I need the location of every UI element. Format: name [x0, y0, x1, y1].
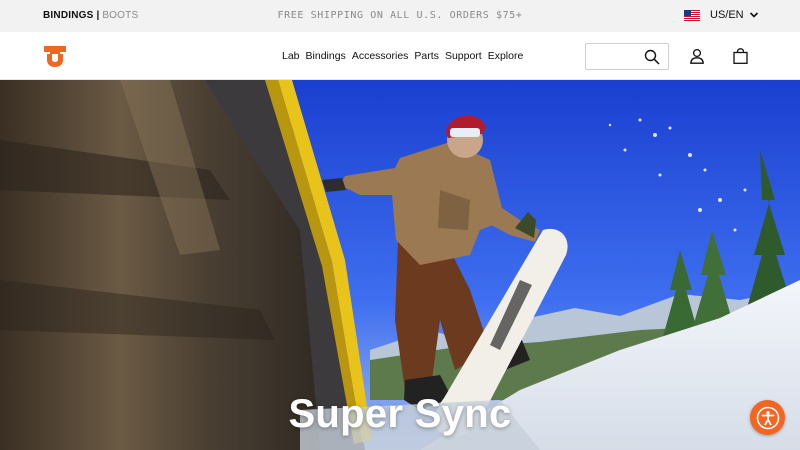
hero-title: Super Sync: [288, 392, 512, 436]
search-input[interactable]: [586, 44, 642, 69]
union-logo-icon[interactable]: [43, 44, 67, 68]
nav-accessories[interactable]: Accessories: [352, 50, 409, 62]
chevron-down-icon: [749, 12, 758, 18]
search-icon[interactable]: [644, 49, 660, 65]
accessibility-icon: [756, 406, 779, 429]
nav-bindings[interactable]: Bindings: [306, 50, 346, 62]
us-flag-icon: [684, 9, 700, 21]
nav-lab[interactable]: Lab: [282, 50, 300, 62]
nav-support[interactable]: Support: [445, 50, 482, 62]
promo-banner: FREE SHIPPING ON ALL U.S. ORDERS $75+: [277, 10, 523, 21]
user-icon[interactable]: [689, 48, 705, 64]
nav-parts[interactable]: Parts: [414, 50, 439, 62]
primary-nav: Lab Bindings Accessories Parts Support E…: [282, 50, 523, 62]
locale-selector[interactable]: US/EN: [684, 9, 759, 21]
top-utility-bar: BINDINGS | BOOTS FREE SHIPPING ON ALL U.…: [0, 0, 800, 32]
shopping-bag-icon[interactable]: [733, 48, 748, 64]
main-header: Lab Bindings Accessories Parts Support E…: [0, 32, 800, 80]
nav-explore[interactable]: Explore: [488, 50, 524, 62]
accessibility-button[interactable]: [750, 400, 785, 435]
locale-label: US/EN: [710, 9, 744, 21]
hero-banner[interactable]: Super Sync: [0, 80, 800, 450]
search-box: [585, 43, 669, 70]
